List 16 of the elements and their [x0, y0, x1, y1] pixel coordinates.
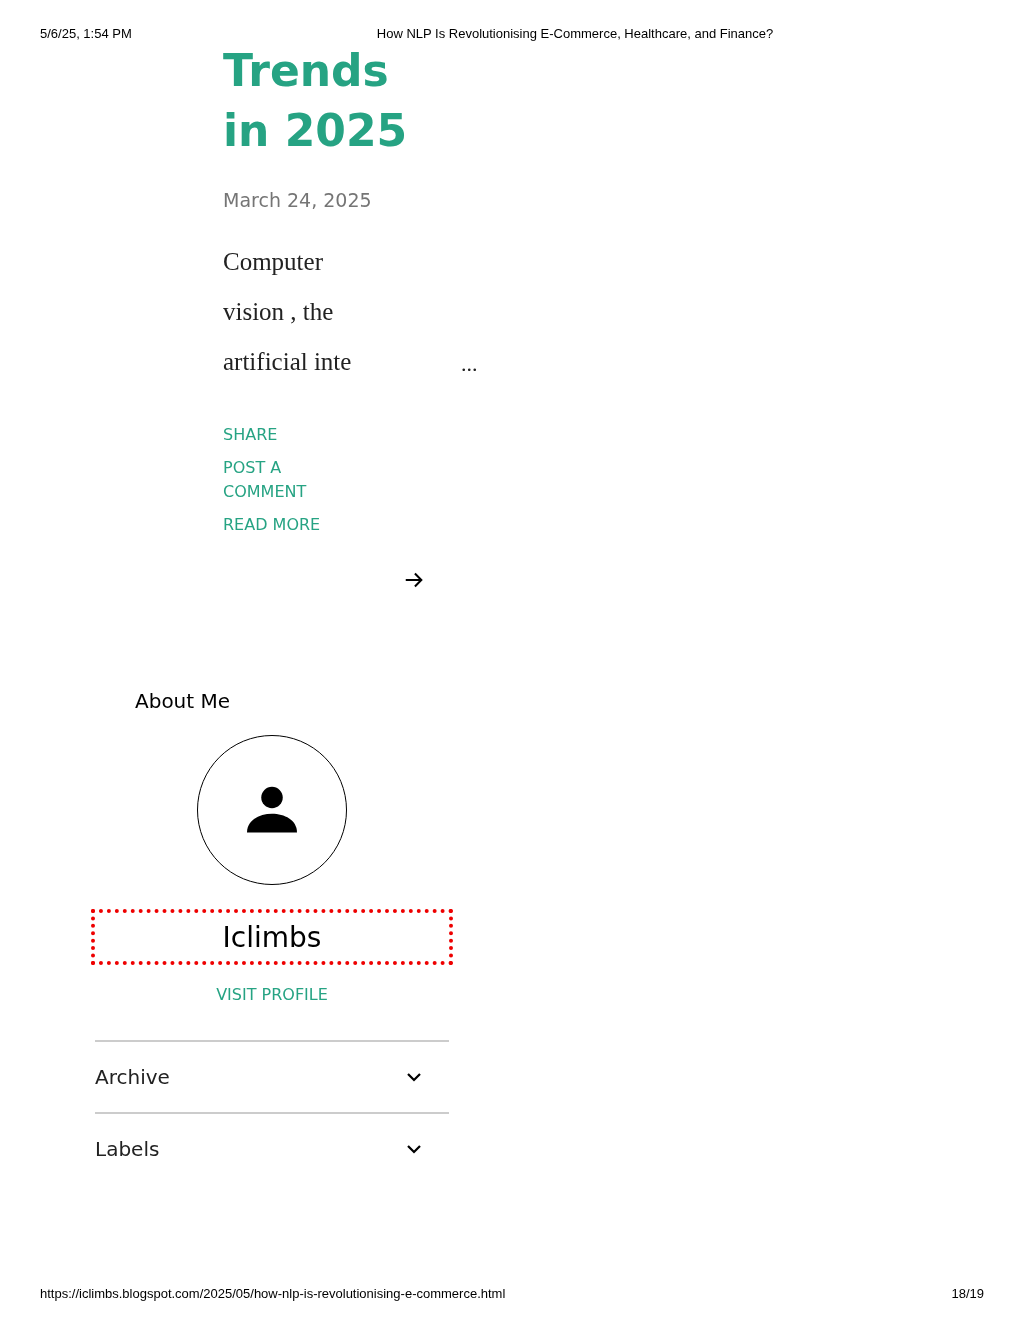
post-action-link[interactable]: SHARE	[223, 423, 333, 447]
post-title[interactable]: Trends in 2025	[223, 41, 423, 161]
visit-profile-link[interactable]: VISIT PROFILE	[216, 985, 328, 1004]
collapsible-header[interactable]: Archive	[95, 1042, 449, 1112]
post-date: March 24, 2025	[223, 189, 372, 211]
ellipsis: ...	[461, 351, 478, 378]
collapsible-header[interactable]: Labels	[95, 1114, 449, 1184]
post-snippet: Computer vision , the artificial inte	[223, 247, 353, 377]
page-number: 18/19	[951, 1286, 984, 1301]
print-page-title: How NLP Is Revolutionising E-Commerce, Healthcare, and Finance?	[376, 26, 774, 41]
post-action-link[interactable]: READ MORE	[223, 513, 333, 537]
widget-heading: About Me	[135, 689, 231, 713]
print-datetime: 5/6/25, 1:54 PM	[40, 26, 132, 41]
post-action-link[interactable]: POST A COMMENT	[223, 456, 333, 504]
page-url: https://iclimbs.blogspot.com/2025/05/how-nlp-is-revolutionising-e-commerce.html	[40, 1286, 506, 1301]
profile-name: Iclimbs	[91, 909, 453, 965]
